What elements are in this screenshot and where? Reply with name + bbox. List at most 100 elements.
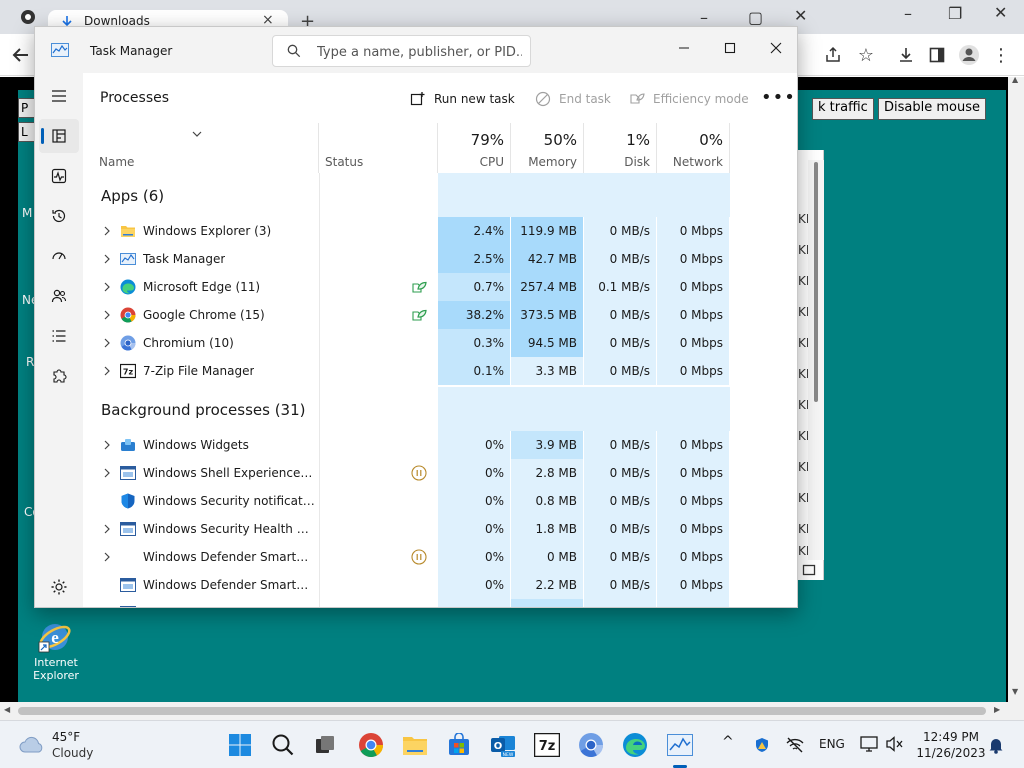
process-row[interactable]: Chromium (10) 0.3% 94.5 MB 0 MB/s 0 Mbps — [83, 329, 797, 357]
block-traffic-button[interactable]: k traffic — [812, 98, 874, 120]
restore-small-icon[interactable] — [802, 563, 816, 577]
scroll-down-icon[interactable]: ▼ — [1012, 687, 1018, 696]
background-group-header[interactable]: Background processes (31) — [83, 387, 797, 431]
process-row[interactable]: Windows Explorer (3) 2.4% 119.9 MB 0 MB/s 0 … — [83, 217, 797, 245]
7zip-taskbar-icon[interactable]: 7z — [533, 731, 561, 759]
task-manager-titlebar[interactable]: Task Manager — [35, 27, 797, 73]
clock-date[interactable]: 11/26/2023 — [914, 746, 988, 760]
process-row[interactable]: Widgets (7) 0%14.5 MB0 MB/s0 Mbps — [83, 599, 797, 608]
expand-chevron-icon[interactable] — [103, 365, 111, 377]
process-row[interactable]: Google Chrome (15) 38.2% 373.5 MB 0 MB/s 0 M… — [83, 301, 797, 329]
expand-chevron-icon[interactable] — [103, 281, 111, 293]
bookmark-star-icon[interactable]: ☆ — [853, 42, 879, 68]
process-row[interactable]: Microsoft Edge (11) 0.7% 257.4 MB 0.1 MB/s 0… — [83, 273, 797, 301]
nav-details[interactable] — [39, 319, 79, 353]
inner-scroll-thumb[interactable] — [814, 162, 818, 402]
more-options-icon[interactable]: ••• — [761, 87, 796, 108]
chrome-taskbar-icon[interactable] — [357, 731, 385, 759]
process-row[interactable]: Windows Widgets 0% 3.9 MB 0 MB/s 0 Mbps — [83, 431, 797, 459]
process-row[interactable]: Windows Security Health Servi... 0%1.8 MB… — [83, 515, 797, 543]
maximize-icon[interactable]: ▢ — [748, 8, 763, 27]
browser-vertical-scrollbar[interactable]: ▲ ▼ — [1008, 75, 1024, 702]
close-icon[interactable]: ✕ — [794, 6, 807, 25]
outlook-taskbar-icon[interactable]: O NEW — [489, 731, 517, 759]
scroll-left-icon[interactable]: ◀ — [4, 705, 10, 714]
weather-temperature[interactable]: 45°F — [52, 730, 80, 744]
weather-description[interactable]: Cloudy — [52, 746, 93, 760]
horizontal-scroll-thumb[interactable] — [18, 707, 986, 715]
process-row[interactable]: Task Manager 2.5% 42.7 MB 0 MB/s 0 Mbps — [83, 245, 797, 273]
side-panel-icon[interactable] — [924, 42, 950, 68]
column-header-status[interactable]: Status — [319, 123, 438, 173]
run-new-task-button[interactable]: Run new task — [409, 88, 515, 110]
display-icon[interactable] — [860, 736, 878, 752]
browser-close-icon[interactable]: ✕ — [994, 3, 1007, 22]
search-box[interactable] — [272, 35, 531, 67]
process-row[interactable]: Windows Defender SmartScreen 0%0 MB0 MB/s… — [83, 543, 797, 571]
scroll-up-icon[interactable]: ▲ — [1012, 75, 1018, 84]
column-header-name[interactable]: Name — [83, 123, 319, 173]
hamburger-menu-button[interactable] — [39, 79, 79, 113]
tm-close-button[interactable] — [753, 33, 797, 63]
expand-chevron-icon[interactable] — [103, 309, 111, 321]
task-view-icon[interactable] — [311, 731, 339, 759]
process-row[interactable]: Windows Shell Experience Hos...0%2.8 MB0… — [83, 459, 797, 487]
column-header-disk[interactable]: 1% Disk — [584, 123, 657, 173]
browser-restore-icon[interactable]: ❐ — [948, 4, 962, 23]
expand-chevron-icon[interactable] — [103, 523, 111, 535]
expand-chevron-icon[interactable] — [103, 439, 111, 451]
process-row[interactable]: 7z 7-Zip File Manager 0.1% 3.3 MB 0 MB/s 0 Mb… — [83, 357, 797, 385]
search-input[interactable] — [317, 42, 522, 62]
expand-chevron-icon[interactable] — [103, 551, 111, 563]
expand-chevron-icon[interactable] — [103, 253, 111, 265]
process-row[interactable]: Windows Defender SmartScreen 0%2.2 MB0 MB… — [83, 571, 797, 599]
edge-taskbar-icon[interactable] — [621, 731, 649, 759]
notification-bell-icon[interactable] — [988, 736, 1004, 754]
nav-performance[interactable] — [39, 159, 79, 193]
browser-minimize-icon[interactable]: – — [904, 4, 912, 23]
language-indicator[interactable]: ENG — [819, 737, 845, 751]
minimize-icon[interactable]: – — [700, 8, 708, 27]
security-warning-icon[interactable] — [754, 737, 770, 753]
inner-scrollbar[interactable] — [808, 160, 824, 560]
nav-processes[interactable] — [39, 119, 79, 153]
volume-muted-icon[interactable] — [885, 736, 903, 752]
disable-mouse-button[interactable]: Disable mouse — [878, 98, 986, 120]
column-header-cpu[interactable]: 79% CPU — [438, 123, 511, 173]
settings-gear-icon[interactable] — [49, 577, 69, 597]
nav-startup-apps[interactable] — [39, 239, 79, 273]
profile-icon[interactable] — [956, 42, 982, 68]
column-header-memory[interactable]: 50% Memory — [511, 123, 584, 173]
task-manager-taskbar-icon[interactable] — [666, 731, 694, 759]
internet-explorer-icon[interactable]: e — [38, 620, 72, 654]
share-icon[interactable] — [820, 42, 846, 68]
nav-app-history[interactable] — [39, 199, 79, 233]
browser-horizontal-scrollbar[interactable]: ◀ ▶ — [0, 702, 1024, 720]
column-header-network[interactable]: 0% Network — [657, 123, 730, 173]
search-icon[interactable] — [269, 731, 297, 759]
network-disconnected-icon[interactable] — [786, 737, 804, 753]
end-task-button[interactable]: End task — [534, 88, 611, 110]
expand-chevron-icon[interactable] — [103, 467, 111, 479]
file-explorer-taskbar-icon[interactable] — [401, 731, 429, 759]
cloudy-weather-icon[interactable] — [18, 733, 46, 755]
expand-chevron-icon[interactable] — [103, 337, 111, 349]
start-windows-icon[interactable] — [226, 731, 254, 759]
tm-maximize-button[interactable] — [707, 33, 753, 63]
menu-dots-icon[interactable]: ⋮ — [988, 42, 1014, 68]
expand-chevron-icon[interactable] — [103, 607, 111, 608]
nav-users[interactable] — [39, 279, 79, 313]
back-arrow-icon[interactable] — [8, 42, 34, 68]
nav-services[interactable] — [39, 359, 79, 393]
scroll-right-icon[interactable]: ▶ — [994, 705, 1000, 714]
clock-time[interactable]: 12:49 PM — [920, 730, 982, 744]
microsoft-store-taskbar-icon[interactable] — [445, 731, 473, 759]
tray-chevron-up-icon[interactable]: ^ — [722, 734, 734, 750]
tm-minimize-button[interactable] — [661, 33, 707, 63]
chromium-taskbar-icon[interactable] — [577, 731, 605, 759]
efficiency-mode-button[interactable]: Efficiency mode — [628, 88, 749, 110]
downloads-icon[interactable] — [893, 42, 919, 68]
expand-chevron-icon[interactable] — [103, 225, 111, 237]
process-row[interactable]: Windows Security notification... 0% 0.8 MB… — [83, 487, 797, 515]
apps-group-header[interactable]: Apps (6) — [83, 173, 797, 217]
